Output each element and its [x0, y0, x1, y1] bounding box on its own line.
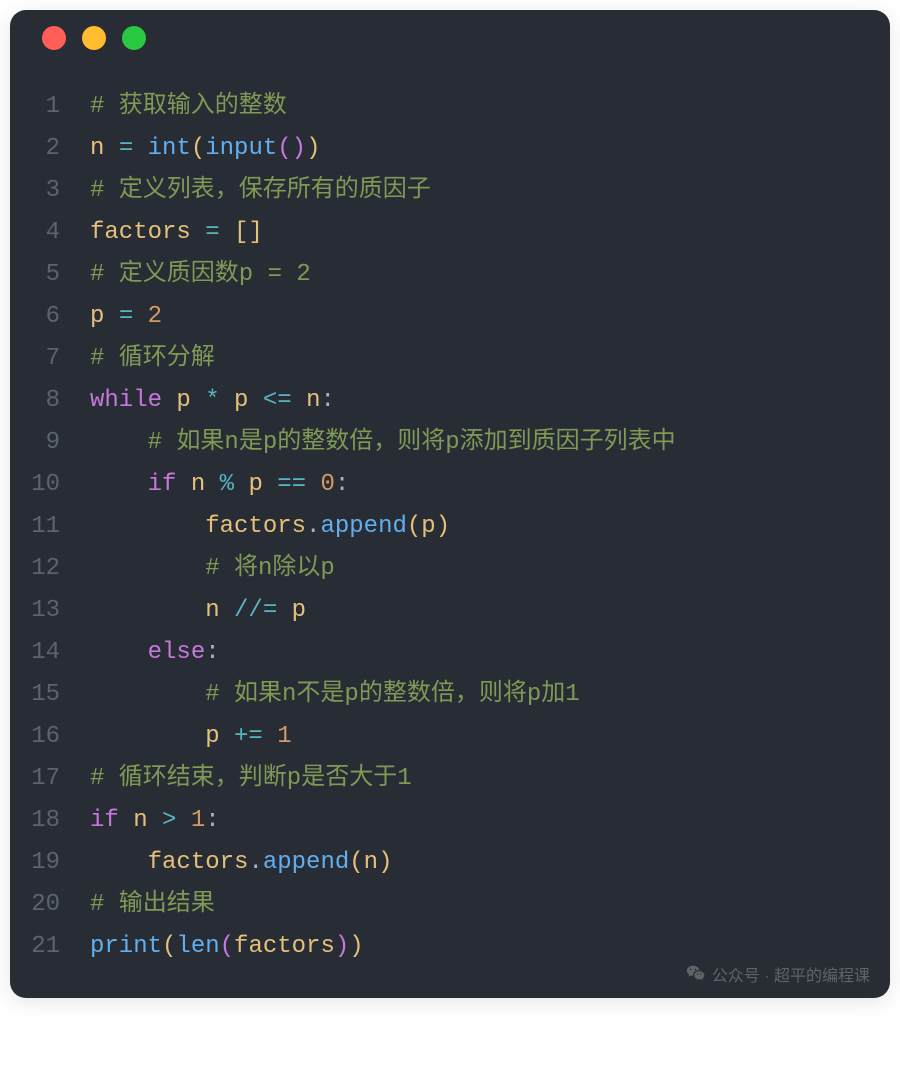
- line-number: 14: [10, 632, 90, 674]
- code-line: 20# 输出结果: [10, 884, 890, 926]
- line-number: 16: [10, 716, 90, 758]
- code-line: 16 p += 1: [10, 716, 890, 758]
- line-number: 6: [10, 296, 90, 338]
- code-content: # 定义质因数p = 2: [90, 254, 890, 296]
- code-content: # 循环结束，判断p是否大于1: [90, 758, 890, 800]
- watermark-text: 公众号 · 超平的编程课: [712, 962, 870, 986]
- close-icon[interactable]: [42, 26, 66, 50]
- code-line: 8while p * p <= n:: [10, 380, 890, 422]
- code-line: 3# 定义列表，保存所有的质因子: [10, 170, 890, 212]
- code-line: 5# 定义质因数p = 2: [10, 254, 890, 296]
- line-number: 8: [10, 380, 90, 422]
- line-number: 2: [10, 128, 90, 170]
- line-number: 11: [10, 506, 90, 548]
- code-content: factors.append(p): [90, 506, 890, 548]
- code-content: # 获取输入的整数: [90, 86, 890, 128]
- code-content: while p * p <= n:: [90, 380, 890, 422]
- code-content: factors.append(n): [90, 842, 890, 884]
- code-line: 18if n > 1:: [10, 800, 890, 842]
- line-number: 18: [10, 800, 90, 842]
- line-number: 10: [10, 464, 90, 506]
- line-number: 15: [10, 674, 90, 716]
- code-content: # 输出结果: [90, 884, 890, 926]
- line-number: 13: [10, 590, 90, 632]
- code-content: # 循环分解: [90, 338, 890, 380]
- code-line: 2n = int(input()): [10, 128, 890, 170]
- code-content: factors = []: [90, 212, 890, 254]
- code-content: p = 2: [90, 296, 890, 338]
- code-line: 19 factors.append(n): [10, 842, 890, 884]
- code-line: 15 # 如果n不是p的整数倍，则将p加1: [10, 674, 890, 716]
- maximize-icon[interactable]: [122, 26, 146, 50]
- line-number: 20: [10, 884, 90, 926]
- code-line: 4factors = []: [10, 212, 890, 254]
- code-content: # 如果n不是p的整数倍，则将p加1: [90, 674, 890, 716]
- line-number: 7: [10, 338, 90, 380]
- code-content: n = int(input()): [90, 128, 890, 170]
- line-number: 5: [10, 254, 90, 296]
- line-number: 9: [10, 422, 90, 464]
- code-content: if n % p == 0:: [90, 464, 890, 506]
- line-number: 17: [10, 758, 90, 800]
- code-editor: 1# 获取输入的整数2n = int(input())3# 定义列表，保存所有的…: [10, 66, 890, 998]
- line-number: 4: [10, 212, 90, 254]
- line-number: 21: [10, 926, 90, 968]
- watermark: 公众号 · 超平的编程课: [686, 962, 870, 986]
- code-line: 11 factors.append(p): [10, 506, 890, 548]
- code-content: p += 1: [90, 716, 890, 758]
- code-content: # 将n除以p: [90, 548, 890, 590]
- line-number: 19: [10, 842, 90, 884]
- code-line: 14 else:: [10, 632, 890, 674]
- code-line: 17# 循环结束，判断p是否大于1: [10, 758, 890, 800]
- code-content: else:: [90, 632, 890, 674]
- code-line: 7# 循环分解: [10, 338, 890, 380]
- code-line: 12 # 将n除以p: [10, 548, 890, 590]
- line-number: 1: [10, 86, 90, 128]
- wechat-icon: [686, 964, 706, 984]
- line-number: 12: [10, 548, 90, 590]
- code-content: n //= p: [90, 590, 890, 632]
- code-line: 1# 获取输入的整数: [10, 86, 890, 128]
- code-window: 1# 获取输入的整数2n = int(input())3# 定义列表，保存所有的…: [10, 10, 890, 998]
- code-content: # 如果n是p的整数倍，则将p添加到质因子列表中: [90, 422, 890, 464]
- minimize-icon[interactable]: [82, 26, 106, 50]
- code-line: 13 n //= p: [10, 590, 890, 632]
- code-line: 6p = 2: [10, 296, 890, 338]
- code-content: # 定义列表，保存所有的质因子: [90, 170, 890, 212]
- code-content: if n > 1:: [90, 800, 890, 842]
- code-line: 10 if n % p == 0:: [10, 464, 890, 506]
- window-titlebar: [10, 10, 890, 66]
- code-line: 9 # 如果n是p的整数倍，则将p添加到质因子列表中: [10, 422, 890, 464]
- line-number: 3: [10, 170, 90, 212]
